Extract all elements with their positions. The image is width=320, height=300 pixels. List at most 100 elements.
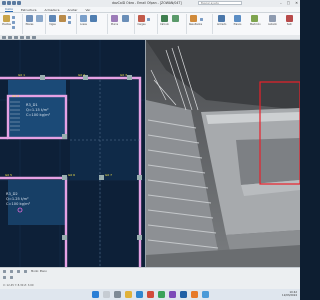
slab-name: R3_D1 [26,103,38,107]
losas-edit-button[interactable] [89,15,98,24]
cad-app-icon[interactable] [180,291,187,298]
window-title: dazCalD Obra - Email Ofpan - [ZOWAN/04T] [112,1,182,5]
tab-armadura[interactable]: Armadura [45,8,60,12]
undo-icon[interactable] [12,1,16,5]
listado-button[interactable]: Listado [268,15,277,26]
medicion-button[interactable]: Medición [250,15,261,26]
calculate-icon [161,15,168,22]
mode-label: Modo: Plano [31,270,47,273]
column[interactable] [62,134,67,139]
visibility-icon[interactable] [10,270,13,273]
info-icon[interactable] [10,276,13,279]
grid-icon[interactable] [32,35,36,39]
plantas-button[interactable]: Plantas [2,15,11,26]
rebar-icon [218,15,225,22]
tab-anotar[interactable]: Anotar [67,8,77,12]
coordinate-readout: X: 12.45 Y: 8.30 Z: 3.00 [3,284,34,287]
small-tool-1[interactable] [12,16,15,19]
ribbon-group-muros: Muros [108,14,135,34]
title-bar: dazCalD Obra - Email Ofpan - [ZOWAN/04T]… [0,0,300,7]
ribbon-group-plantas: Plantas [0,14,23,34]
tab-inicio[interactable]: Inicio [5,7,13,12]
muros-edit-button[interactable] [121,15,130,24]
layers-toggle-icon[interactable] [3,270,6,273]
vigas-button[interactable]: Vigas [48,15,57,26]
small-tool-2[interactable] [12,21,15,24]
column[interactable] [62,235,67,240]
redo-icon[interactable] [17,1,21,5]
column[interactable] [40,75,45,80]
losas-button[interactable]: Losas [79,15,88,26]
list-icon [269,15,276,22]
slab-opening[interactable] [236,138,300,185]
muros-button[interactable]: Muros [110,15,119,26]
slab-load: Q=1.25 t/m² [6,197,29,201]
beam-label: G0 6 [68,173,75,177]
column[interactable] [137,235,142,240]
app-icon-3[interactable] [202,291,209,298]
store-icon[interactable] [158,291,165,298]
column[interactable] [127,75,132,80]
search-icon[interactable] [103,291,110,298]
salir-button[interactable]: Salir [285,15,294,26]
fit-view-icon[interactable] [14,35,18,39]
calculo-button[interactable]: Cálculo [160,15,169,26]
measure-icon [251,15,258,22]
status-bar: Modo: Plano X: 12.45 Y: 8.30 Z: 3.00 [0,267,300,290]
slab-load: Q=1.15 t/m² [26,108,49,112]
slab-area-c[interactable] [70,80,140,180]
small-tool-7[interactable] [200,18,203,21]
muros-icon [111,15,118,22]
plantas-icon [3,15,10,22]
snap-toggle-icon[interactable] [17,270,20,273]
minimize-button[interactable]: – [280,1,282,5]
vigas-icon [49,15,56,22]
ribbon-group-losas: Losas [77,14,108,34]
resultados-button[interactable]: Resultados [189,15,202,26]
file-explorer-icon[interactable] [125,291,132,298]
small-tool-3[interactable] [12,26,15,29]
start-icon[interactable] [92,291,99,298]
small-tool-5[interactable] [68,21,71,24]
column[interactable] [137,175,142,180]
tab-ver[interactable]: Ver [85,8,90,12]
app-icon [2,1,6,5]
slab-load: C=100 kg/m² [6,202,31,206]
teams-icon[interactable] [169,291,176,298]
beam-label: G0 1 [18,73,25,77]
small-tool-4[interactable] [68,16,71,19]
layers-icon[interactable] [20,35,24,39]
small-tool-6[interactable] [147,18,150,21]
losas-icon [80,15,87,22]
app-icon-2[interactable] [191,291,198,298]
ortho-icon[interactable] [24,270,27,273]
cargas-button[interactable]: Cargas [137,15,146,26]
browser-icon[interactable] [136,291,143,298]
slab-icon [90,15,97,22]
armado-button[interactable]: Armado [217,15,226,26]
tab-estructura[interactable]: Estructura [21,8,37,12]
properties-icon[interactable] [3,276,6,279]
save-icon[interactable] [7,1,11,5]
snap-icon[interactable] [26,35,30,39]
close-button[interactable]: ✕ [295,1,298,5]
zoom-icon[interactable] [2,35,6,39]
pilares-button[interactable]: Pilares [25,15,34,26]
plan-view[interactable]: G0 1 G0 2 G0 3 G0 4 G0 5 G0 6 G0 7 R3_D1… [0,40,146,267]
vigas-edit-button[interactable] [58,15,67,24]
task-view-icon[interactable] [114,291,121,298]
help-search-input[interactable]: Buscar ayuda [198,1,242,5]
drawing-icon [234,15,241,22]
ribbon-group-output: Armado Planos Medición Listado Salir [213,14,300,34]
maximize-button[interactable]: □ [287,1,290,5]
mail-icon[interactable] [147,291,154,298]
pilares-edit-button[interactable] [35,15,44,24]
system-tray[interactable]: 10:42 12/03/2024 [282,291,297,298]
column[interactable] [62,175,67,180]
pan-icon[interactable] [8,35,12,39]
calculo-options-button[interactable] [171,15,180,24]
3d-view[interactable] [146,40,300,267]
planos-button[interactable]: Planos [233,15,242,26]
beam-label: G0 2 [78,73,85,77]
column[interactable] [99,175,104,180]
